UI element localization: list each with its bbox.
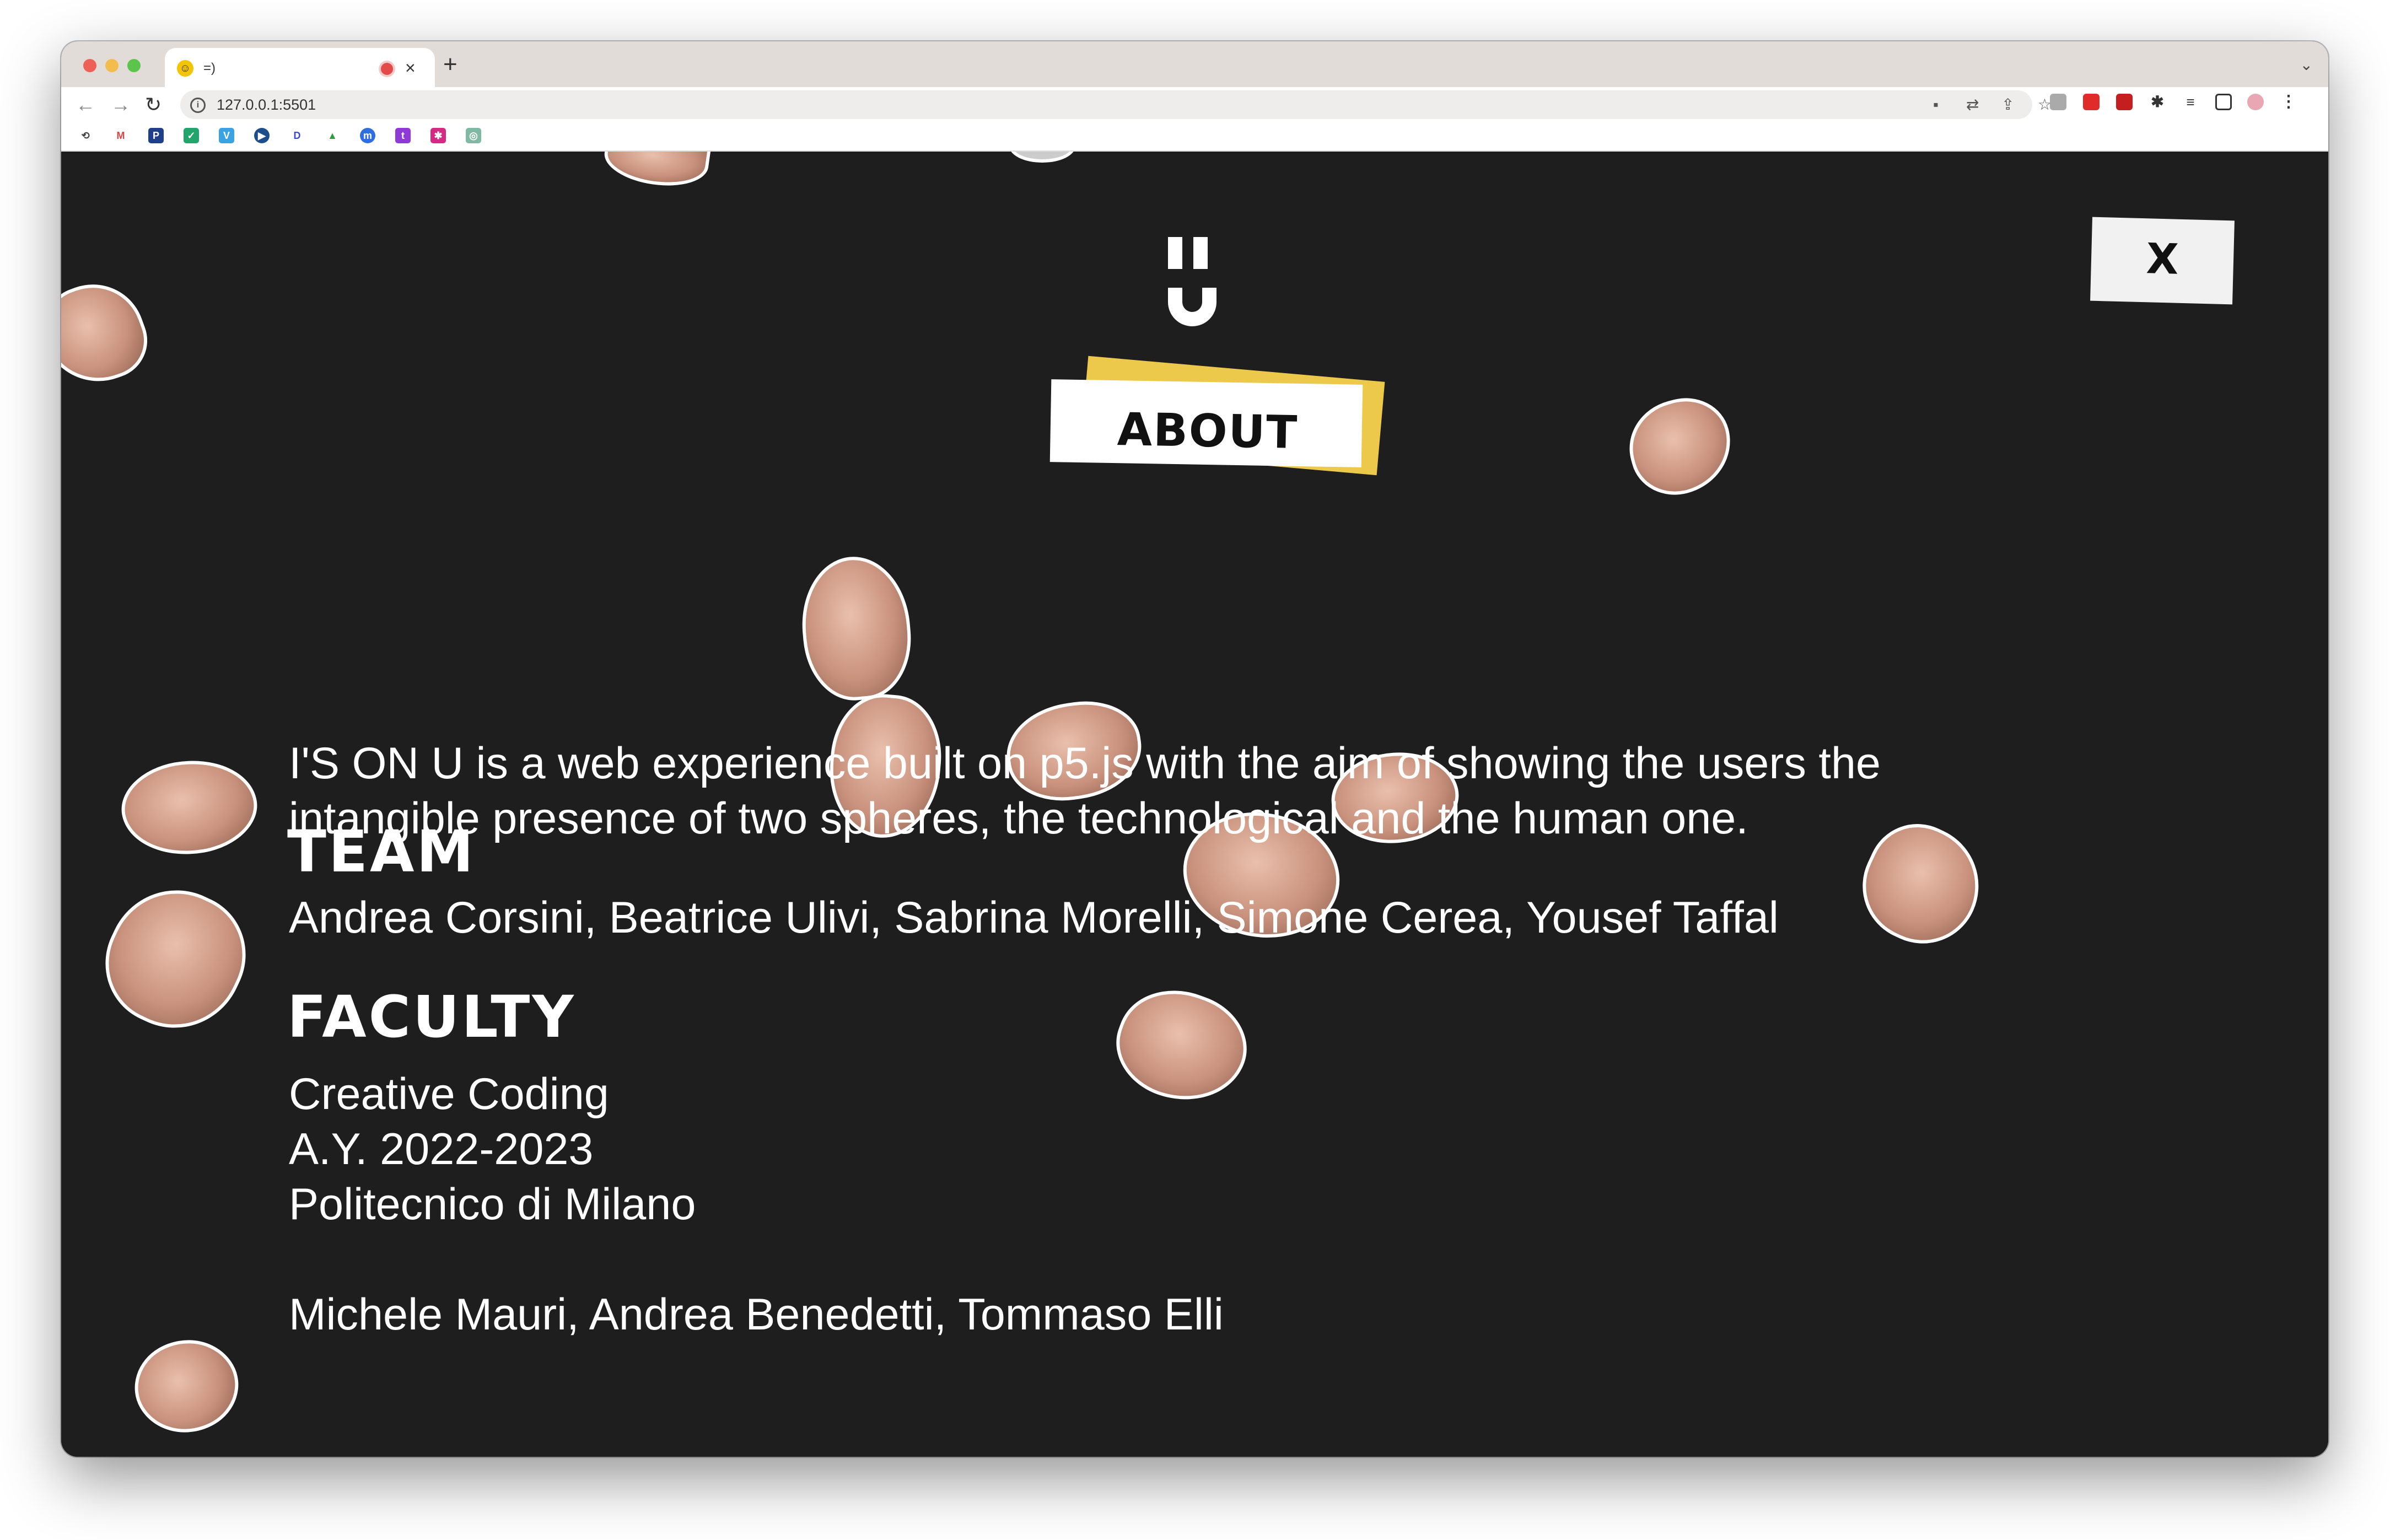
bookmarks-bar: ⟲ M P ✓ V ▶ D ▲ m t ✱ ◎ [61,122,2328,152]
faculty-names: Michele Mauri, Andrea Benedetti, Tommaso… [289,1290,1224,1339]
menu-icon[interactable]: ⋮ [2280,94,2297,110]
intro-line-1: I'S ON U is a web experience built on p5… [289,739,1881,788]
reload-icon[interactable]: ↻ [145,94,162,116]
camera-icon[interactable]: ▪ [1933,96,1939,114]
face-sticker [1844,807,1999,962]
close-tab-icon[interactable]: × [405,58,416,78]
gmail-bookmark-icon[interactable]: M [113,128,128,143]
bookmark-play-icon[interactable]: ▶ [254,128,270,143]
face-sticker [1009,152,1075,163]
about-title: ABOUT [1049,354,1387,476]
toolbar: ← → ↻ i 127.0.0.1:5501 ▪ ⇄ ⇪ ☆ ✱ ≡ ⋮ [61,87,2328,122]
drive-bookmark-icon[interactable]: ▲ [325,128,340,143]
face-sticker [61,270,158,397]
new-tab-button[interactable]: + [443,52,457,77]
twitch-bookmark-icon[interactable]: t [395,128,411,143]
close-about-button[interactable]: X [2090,217,2235,305]
translate-icon[interactable]: ⇄ [1966,96,1979,114]
about-page: ABOUT X I'S ON U is a web experience bui… [61,152,2328,1457]
sidebar-icon[interactable] [2215,94,2232,110]
active-tab[interactable]: ☺ =) × [165,48,435,87]
faculty-course: Creative Coding [289,1069,609,1119]
recording-indicator-icon [381,63,393,75]
face-sticker [1619,387,1742,505]
forward-icon[interactable]: → [111,94,131,116]
about-title-text: ABOUT [1117,403,1299,459]
address-bar[interactable]: i 127.0.0.1:5501 ▪ ⇄ ⇪ ☆ [180,90,2052,119]
cast-icon[interactable] [2050,94,2066,110]
bookmark-p-icon[interactable]: P [148,128,164,143]
browser-window: ☺ =) × + ⌄ ← → ↻ i 127.0.0.1:5501 ▪ ⇄ ⇪ … [61,41,2328,1457]
tab-strip: ☺ =) × + ⌄ [61,41,2328,87]
reading-list-icon[interactable]: ≡ [2182,94,2199,110]
favicon-icon: ☺ [177,60,193,77]
ison-u-logo [1168,237,1223,328]
faculty-heading: FACULTY [287,983,576,1051]
face-sticker [119,1320,255,1452]
info-icon[interactable]: i [190,98,206,113]
tab-search-chevron-icon[interactable]: ⌄ [2300,56,2313,74]
profile-icon[interactable] [2247,94,2264,110]
extensions-icon[interactable]: ✱ [2149,94,2166,110]
bookmark-green-icon[interactable]: ◎ [466,128,481,143]
close-icon[interactable]: X [2091,233,2234,286]
extension-red-icon[interactable] [2083,94,2100,110]
url-text[interactable]: 127.0.0.1:5501 [217,96,316,114]
face-sticker [796,552,916,705]
pdf-extension-icon[interactable] [2116,94,2133,110]
bookmark-check-icon[interactable]: ✓ [184,128,199,143]
tab-title: =) [203,61,216,76]
back-icon[interactable]: ← [76,94,95,116]
team-heading: TEAM [287,818,476,885]
faculty-school: Politecnico di Milano [289,1180,696,1229]
bookmark-pink-icon[interactable]: ✱ [430,128,446,143]
bookmark-m-icon[interactable]: m [360,128,375,143]
face-sticker [85,868,266,1051]
face-sticker [115,750,264,865]
faculty-year: A.Y. 2022-2023 [289,1124,594,1174]
history-bookmark-icon[interactable]: ⟲ [78,128,93,143]
close-window-button[interactable] [83,59,96,72]
maximize-window-button[interactable] [127,59,141,72]
bookmark-v-icon[interactable]: V [219,128,234,143]
face-sticker [601,152,712,192]
bookmark-disney-icon[interactable]: D [289,128,305,143]
minimize-window-button[interactable] [105,59,119,72]
team-members: Andrea Corsini, Beatrice Ulivi, Sabrina … [289,893,1779,943]
intro-line-2: intangible presence of two spheres, the … [289,794,1748,843]
share-icon[interactable]: ⇪ [2001,96,2014,114]
face-sticker [1102,973,1261,1119]
